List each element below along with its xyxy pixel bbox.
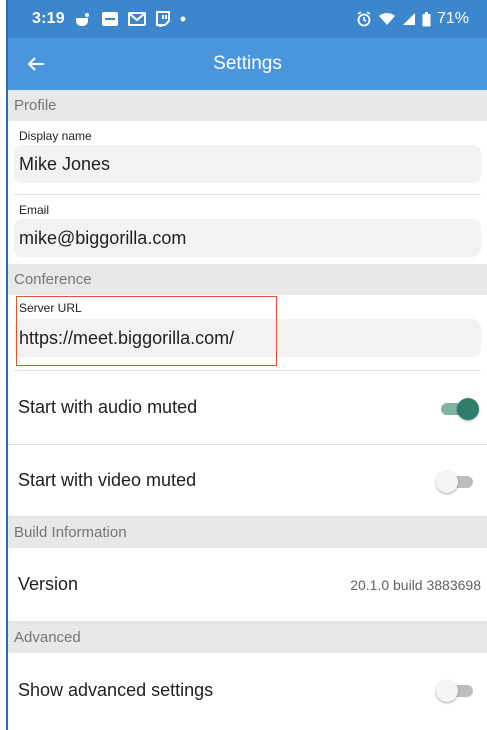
email-block: Email mike@biggorilla.com bbox=[8, 195, 487, 264]
version-row: Version 20.1.0 build 3883698 bbox=[8, 548, 487, 622]
section-header-advanced: Advanced bbox=[8, 622, 487, 653]
status-left: 3:19 bbox=[32, 10, 186, 28]
show-advanced-toggle[interactable] bbox=[436, 679, 475, 702]
toggle-thumb bbox=[436, 680, 458, 702]
page-title: Settings bbox=[213, 53, 282, 74]
back-button[interactable] bbox=[8, 38, 64, 90]
status-right: 71% bbox=[356, 10, 469, 28]
email-field[interactable]: mike@biggorilla.com bbox=[14, 219, 481, 257]
show-advanced-label: Show advanced settings bbox=[18, 679, 214, 700]
dot-icon bbox=[180, 16, 186, 22]
arrow-back-icon bbox=[27, 57, 44, 71]
display-name-block: Display name Mike Jones bbox=[8, 121, 487, 195]
section-header-profile: Profile bbox=[8, 90, 487, 121]
version-value: 20.1.0 build 3883698 bbox=[350, 576, 481, 593]
server-url-field[interactable]: https://meet.biggorilla.com/ bbox=[14, 319, 481, 357]
video-muted-toggle[interactable] bbox=[436, 470, 475, 493]
show-advanced-row[interactable]: Show advanced settings bbox=[8, 653, 487, 727]
status-bar: 3:19 71% bbox=[8, 0, 487, 38]
notification-app2-icon bbox=[101, 11, 119, 27]
toggle-thumb bbox=[457, 397, 479, 420]
divider bbox=[14, 370, 481, 371]
gmail-icon bbox=[127, 12, 146, 26]
app-bar: Settings bbox=[8, 38, 487, 90]
left-edge-border bbox=[0, 0, 8, 730]
signal-icon bbox=[402, 12, 416, 26]
status-time: 3:19 bbox=[32, 10, 65, 27]
video-muted-row[interactable]: Start with video muted bbox=[8, 445, 487, 517]
settings-screen: 3:19 71% Settings Profile Display name M… bbox=[8, 0, 487, 730]
server-url-block: Server URL https://meet.biggorilla.com/ bbox=[8, 295, 487, 371]
version-label: Version bbox=[18, 574, 79, 594]
video-muted-label: Start with video muted bbox=[18, 470, 197, 490]
audio-muted-label: Start with audio muted bbox=[18, 397, 198, 417]
display-name-label: Display name bbox=[19, 129, 92, 143]
battery-percent: 71% bbox=[436, 10, 469, 27]
wifi-icon bbox=[378, 12, 396, 26]
section-header-build: Build Information bbox=[8, 517, 487, 548]
server-url-label: Server URL bbox=[19, 301, 82, 315]
display-name-field[interactable]: Mike Jones bbox=[14, 145, 481, 183]
audio-muted-row[interactable]: Start with audio muted bbox=[8, 371, 487, 445]
audio-muted-toggle[interactable] bbox=[439, 397, 479, 420]
alarm-icon bbox=[356, 11, 372, 27]
toggle-thumb bbox=[436, 470, 458, 493]
notification-app-icon bbox=[74, 12, 92, 26]
email-label: Email bbox=[19, 203, 50, 217]
battery-icon bbox=[422, 11, 431, 27]
twitch-icon bbox=[155, 11, 171, 27]
section-header-conference: Conference bbox=[8, 264, 487, 295]
